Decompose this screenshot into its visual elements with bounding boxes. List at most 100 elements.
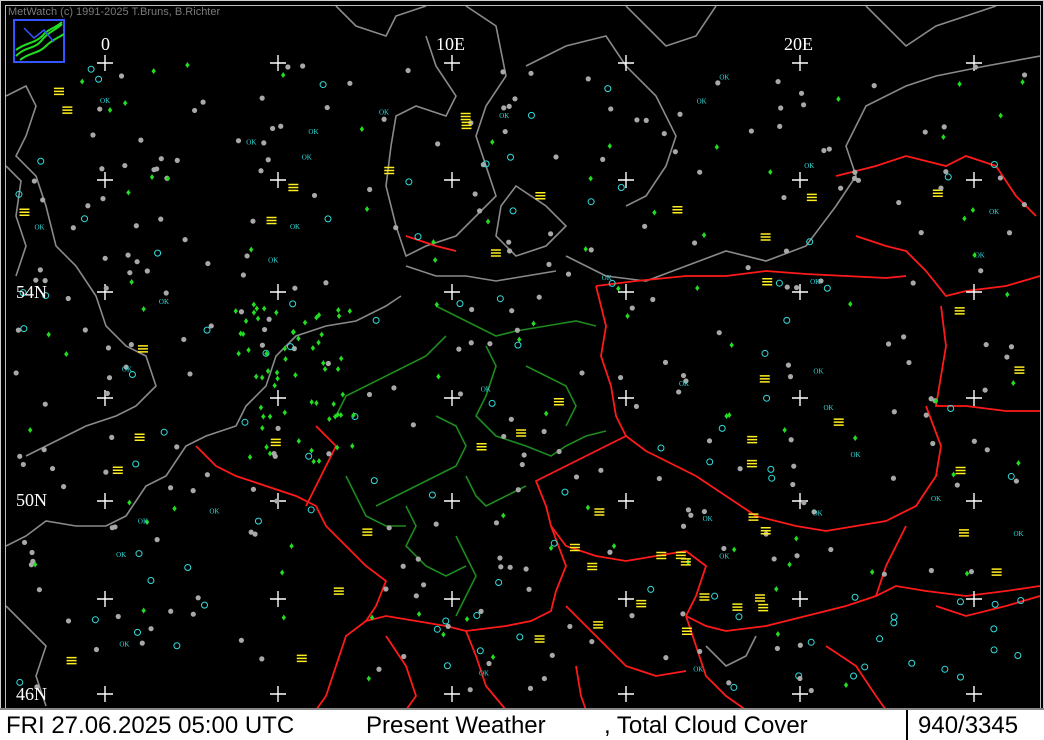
station-dot [133,223,139,229]
station-rain-symbol: ♦ [126,187,131,198]
station-dot [275,425,281,431]
station-clear-sky [823,284,831,292]
station-dot [629,613,635,619]
station-rain-symbol: ♦ [316,337,321,348]
station-fog-symbol [134,433,145,441]
station-rain-symbol: ♦ [417,609,422,620]
station-dot [383,586,389,592]
station-clear-sky [876,635,884,643]
station-dot [366,391,373,398]
station-rain-symbol: ♦ [724,411,729,422]
station-rain-symbol: ♦ [296,334,301,345]
station-dot [42,401,48,407]
product-name[interactable]: Present Weather [366,712,546,740]
grid-cross [618,390,634,406]
station-dot [250,218,256,224]
station-ok-label: OK [931,495,941,503]
station-dot [828,546,834,553]
station-dot [500,69,506,75]
station-dot [17,453,23,459]
station-dot [663,655,669,661]
subproduct-name[interactable]: , Total Cloud Cover [604,712,808,740]
coastlines [5,5,1041,707]
station-clear-sky [767,465,775,473]
station-rain-symbol: ♦ [433,255,438,266]
station-dot [676,389,682,395]
weather-map[interactable]: ♦ ♦ ♦ ♦ ♦ ♦ ♦ ♦ OK OK ♦ ♦ ♦ ♦ ♦ ♦ ♦ OK ♦ OK ♦ ♦ OK ♦ ♦ OK ♦ ♦ ♦ OK ♦ OK… [5,5,1041,711]
grid-cross [618,686,634,702]
station-rain-symbol: ♦ [370,613,375,624]
station-rain-symbol: ♦ [281,70,286,81]
station-dot [265,157,271,163]
station-dot [261,140,267,146]
map-canvas[interactable]: ♦ ♦ ♦ ♦ ♦ ♦ ♦ ♦ OK OK ♦ ♦ ♦ ♦ ♦ ♦ ♦ OK ♦ OK ♦ ♦ OK ♦ ♦ OK ♦ ♦ ♦ OK ♦ OK… [5,5,1041,711]
station-fog-symbol [333,587,344,595]
station-dot [726,680,732,686]
station-dot [565,271,572,277]
station-rain-symbol: ♦ [302,318,307,329]
grid-cross [444,591,460,607]
station-dot [501,433,507,440]
station-rain-symbol: ♦ [970,205,975,216]
station-rain-symbol: ♦ [331,399,336,410]
station-ok-label: OK [119,640,129,648]
station-rain-symbol: ♦ [729,340,734,351]
station-dot [421,582,427,588]
station-clear-sky [133,628,141,636]
station-fog-symbol [955,466,966,475]
station-clear-sky [706,458,714,466]
station-dot [793,284,800,291]
station-dot [697,169,703,175]
station-rain-symbol: ♦ [768,167,773,178]
station-clear-sky [850,672,858,680]
station-rain-symbol: ♦ [264,348,269,359]
station-rain-symbol: ♦ [262,303,267,314]
station-fog-symbol [66,656,77,665]
country-borders [195,155,1041,711]
station-ok-label: OK [290,223,300,231]
station-clear-sky [473,612,481,620]
station-dot [715,80,721,86]
station-rain-symbol: ♦ [293,370,298,381]
station-dot [971,438,977,444]
station-fog-symbol [932,189,943,198]
station-rain-symbol: ♦ [283,354,288,365]
station-dot [541,675,547,682]
station-dot [493,520,500,526]
station-rain-symbol: ♦ [247,452,252,463]
station-dot [791,463,797,469]
station-clear-sky [890,613,898,621]
station-clear-sky [735,613,743,621]
station-dot [890,475,897,481]
station-clear-sky [718,424,726,432]
station-dot [259,656,265,662]
station-rain-symbol: ♦ [359,124,364,135]
station-rain-symbol: ♦ [46,330,51,341]
station-ok-label: OK [159,298,169,306]
station-dot [774,645,781,652]
station-fog-symbol [296,654,307,663]
station-rain-symbol: ♦ [28,425,33,436]
metwatch-logo-icon[interactable] [13,19,65,63]
station-dot [680,611,686,617]
station-dot [515,487,521,493]
station-clear-sky [990,646,998,654]
station-clear-sky [132,460,140,468]
station-dot [972,64,979,70]
station-dot [174,157,180,163]
grid-cross [966,284,982,300]
station-dot [777,123,783,129]
station-dot [49,465,56,472]
station-dot [367,186,373,193]
station-rain-symbol: ♦ [787,559,792,570]
station-dot [413,593,419,599]
station-ok-label: OK [1013,530,1023,538]
station-dot [794,553,800,559]
station-rain-symbol: ♦ [625,311,630,322]
grid-cross [270,686,286,702]
station-dot [506,248,513,254]
station-rain-symbol: ♦ [275,368,280,379]
station-rain-symbol: ♦ [149,172,154,183]
station-rain-symbol: ♦ [309,445,314,456]
station-dot [65,618,72,624]
